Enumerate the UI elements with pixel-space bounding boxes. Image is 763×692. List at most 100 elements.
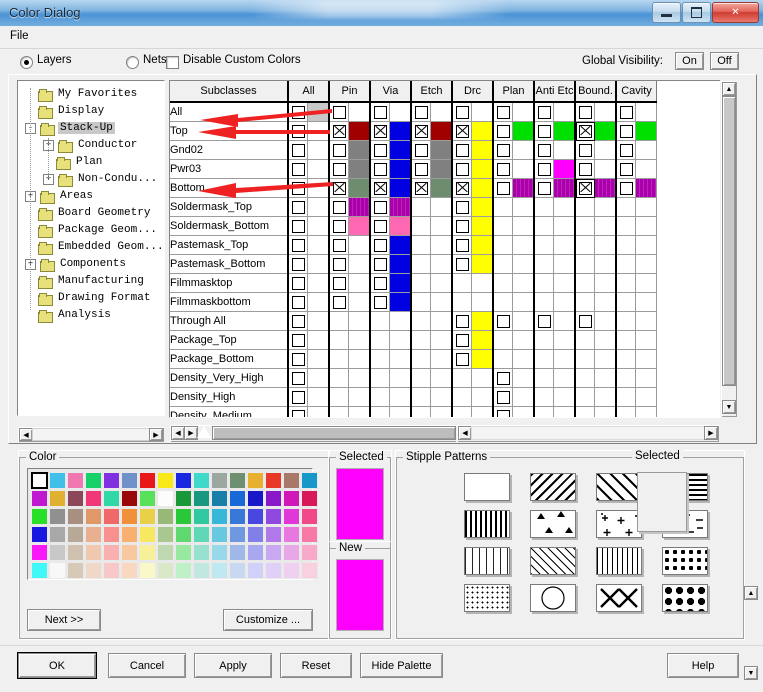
checkbox-icon[interactable] [291, 105, 305, 119]
palette-swatch[interactable] [157, 544, 174, 561]
color-swatch-cell[interactable] [348, 292, 371, 312]
palette-swatch[interactable] [121, 526, 138, 543]
checkbox-icon[interactable] [578, 143, 592, 157]
color-swatch-cell[interactable] [389, 216, 412, 236]
palette-swatch[interactable] [265, 562, 282, 579]
palette-swatch[interactable] [229, 526, 246, 543]
visibility-checkbox-cell[interactable] [451, 368, 472, 388]
visibility-checkbox-cell[interactable] [288, 121, 308, 141]
palette-swatch[interactable] [175, 472, 192, 489]
grid-hscroll-thumb[interactable] [212, 426, 456, 440]
checkbox-icon[interactable] [619, 181, 633, 195]
palette-swatch[interactable] [247, 526, 264, 543]
visibility-checkbox-cell[interactable] [492, 235, 513, 255]
palette-swatch[interactable] [67, 562, 84, 579]
palette-swatch[interactable] [49, 562, 66, 579]
visibility-checkbox-cell[interactable] [369, 235, 390, 255]
palette-swatch[interactable] [49, 544, 66, 561]
color-swatch-cell[interactable] [553, 140, 576, 160]
color-swatch-cell[interactable] [635, 121, 657, 141]
visibility-checkbox-cell[interactable] [451, 387, 472, 407]
checkbox-icon[interactable] [332, 257, 346, 271]
checkbox-icon[interactable] [291, 390, 305, 404]
color-swatch-cell[interactable] [348, 311, 371, 331]
checkbox-icon[interactable] [291, 143, 305, 157]
color-swatch-cell[interactable] [512, 349, 535, 369]
visibility-checkbox-cell[interactable] [533, 368, 554, 388]
checkbox-icon[interactable] [496, 314, 510, 328]
color-swatch-cell[interactable] [553, 254, 576, 274]
color-swatch-cell[interactable] [512, 140, 535, 160]
grid-header-cavity[interactable]: Cavity [615, 81, 657, 103]
visibility-checkbox-cell[interactable] [451, 159, 472, 179]
palette-swatch[interactable] [301, 526, 318, 543]
visibility-checkbox-cell[interactable] [410, 273, 431, 293]
visibility-checkbox-cell[interactable] [369, 140, 390, 160]
visibility-checkbox-cell[interactable] [574, 273, 595, 293]
color-swatch-cell[interactable] [471, 102, 494, 122]
color-swatch-cell[interactable] [594, 387, 617, 407]
tree-item-non-condu[interactable]: + Non-Condu... [43, 171, 159, 187]
checkbox-icon[interactable] [496, 124, 510, 138]
checkbox-icon[interactable] [373, 295, 387, 309]
visibility-checkbox-cell[interactable] [288, 368, 308, 388]
color-swatch-cell[interactable] [389, 235, 412, 255]
checkbox-icon[interactable] [496, 390, 510, 404]
checkbox-icon[interactable] [332, 200, 346, 214]
visibility-checkbox-cell[interactable] [492, 197, 513, 217]
grid-row-label[interactable]: Gnd02 [170, 140, 289, 160]
palette-swatch[interactable] [67, 490, 84, 507]
color-swatch-cell[interactable] [430, 102, 453, 122]
grid-header-pin[interactable]: Pin [328, 81, 371, 103]
checkbox-checked-icon[interactable] [414, 181, 428, 195]
grid-row-label[interactable]: Pwr03 [170, 159, 289, 179]
visibility-checkbox-cell[interactable] [492, 140, 513, 160]
color-swatch-cell[interactable] [389, 273, 412, 293]
checkbox-icon[interactable] [373, 162, 387, 176]
palette-swatch[interactable] [139, 508, 156, 525]
palette-swatch[interactable] [193, 472, 210, 489]
tree-item-stack-up[interactable]: - Stack-Up [25, 120, 115, 136]
palette-swatch[interactable] [229, 508, 246, 525]
tree-item-manufacturing[interactable]: Manufacturing [25, 273, 146, 289]
checkbox-icon[interactable] [291, 162, 305, 176]
color-swatch-cell[interactable] [307, 292, 330, 312]
visibility-checkbox-cell[interactable] [492, 216, 513, 236]
checkbox-icon[interactable] [291, 200, 305, 214]
palette-swatch[interactable] [211, 562, 228, 579]
grid-header-anti-etc[interactable]: Anti Etc [533, 81, 576, 103]
visibility-checkbox-cell[interactable] [533, 311, 554, 331]
checkbox-icon[interactable] [537, 181, 551, 195]
tree-scroll-left-button[interactable]: ◀ [19, 428, 33, 441]
palette-swatch[interactable] [85, 562, 102, 579]
color-swatch-cell[interactable] [348, 140, 371, 160]
palette-swatch[interactable] [265, 490, 282, 507]
tree-item-plan[interactable]: Plan [43, 154, 104, 170]
checkbox-icon[interactable] [373, 276, 387, 290]
visibility-checkbox-cell[interactable] [328, 140, 349, 160]
visibility-checkbox-cell[interactable] [288, 197, 308, 217]
color-swatch-cell[interactable] [512, 406, 535, 417]
color-swatch-cell[interactable] [348, 330, 371, 350]
visibility-checkbox-cell[interactable] [615, 349, 636, 369]
checkbox-icon[interactable] [496, 409, 510, 417]
visibility-checkbox-cell[interactable] [410, 216, 431, 236]
stipple-solid-blank[interactable] [464, 473, 510, 501]
visibility-checkbox-cell[interactable] [410, 387, 431, 407]
table-row[interactable]: Density_High [170, 387, 657, 407]
palette-swatch[interactable] [193, 562, 210, 579]
grid-header-bound[interactable]: Bound. [574, 81, 617, 103]
color-swatch-cell[interactable] [307, 235, 330, 255]
grid-header-drc[interactable]: Drc [451, 81, 494, 103]
color-swatch-cell[interactable] [307, 273, 330, 293]
visibility-checkbox-cell[interactable] [492, 102, 513, 122]
grid-hscroll2-left-button[interactable]: ◀ [458, 426, 472, 440]
color-swatch-cell[interactable] [635, 387, 657, 407]
visibility-checkbox-cell[interactable] [369, 197, 390, 217]
table-row[interactable]: Top [170, 121, 657, 141]
visibility-checkbox-cell[interactable] [451, 197, 472, 217]
color-swatch-cell[interactable] [430, 368, 453, 388]
color-palette[interactable] [31, 472, 318, 579]
palette-swatch[interactable] [121, 490, 138, 507]
visibility-checkbox-cell[interactable] [574, 102, 595, 122]
